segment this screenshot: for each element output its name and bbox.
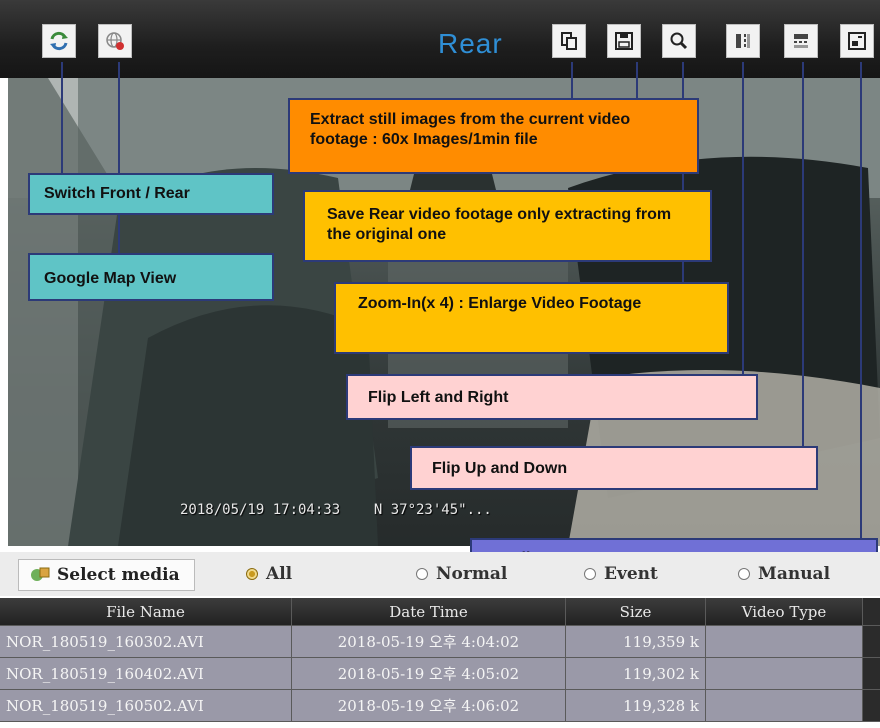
filter-manual[interactable]: Manual (738, 564, 830, 584)
scrollbar-header (863, 598, 880, 626)
cell-video-type (706, 690, 863, 722)
cell-date-time: 2018-05-19 오후 4:05:02 (292, 658, 566, 690)
flip-left-right-button[interactable] (726, 24, 760, 58)
filter-all-label: All (266, 564, 293, 584)
cell-video-type (706, 658, 863, 690)
flip-up-down-button[interactable] (784, 24, 818, 58)
cell-date-time: 2018-05-19 오후 4:04:02 (292, 626, 566, 658)
cell-size: 119,328 k (566, 690, 706, 722)
radio-icon (416, 568, 428, 580)
cell-file-name: NOR_180519_160302.AVI (0, 626, 292, 658)
cell-date-time: 2018-05-19 오후 4:06:02 (292, 690, 566, 722)
callout-map: Google Map View (28, 253, 274, 301)
radio-icon (738, 568, 750, 580)
media-filter-bar: Select media All Normal Event Manual (0, 552, 880, 596)
fullscreen-icon (848, 32, 866, 50)
column-header-size[interactable]: Size (566, 598, 706, 626)
callout-save-rear: Save Rear video footage only extracting … (303, 190, 712, 262)
column-header-video-type[interactable]: Video Type (706, 598, 863, 626)
connector-line (860, 62, 862, 538)
callout-zoom: Zoom-In(x 4) : Enlarge Video Footage (334, 282, 729, 354)
media-icon (31, 567, 50, 581)
globe-icon (106, 32, 124, 50)
camera-label: Rear (438, 28, 503, 59)
zoom-icon (670, 32, 688, 50)
callout-flip-ud: Flip Up and Down (410, 446, 818, 490)
flip-horizontal-icon (736, 34, 750, 48)
cell-video-type (706, 626, 863, 658)
connector-line (571, 62, 573, 98)
zoom-in-button[interactable] (662, 24, 696, 58)
save-icon (615, 32, 633, 50)
connector-line (61, 62, 63, 180)
select-media-button[interactable]: Select media (18, 559, 195, 591)
switch-icon (50, 31, 68, 51)
scrollbar-track[interactable] (863, 690, 880, 722)
google-map-button[interactable] (98, 24, 132, 58)
filter-event[interactable]: Event (584, 564, 658, 584)
scrollbar-track[interactable] (863, 658, 880, 690)
extract-images-button[interactable] (552, 24, 586, 58)
select-media-label: Select media (57, 565, 180, 585)
switch-camera-button[interactable] (42, 24, 76, 58)
cell-size: 119,359 k (566, 626, 706, 658)
table-row[interactable]: NOR_180519_160302.AVI 2018-05-19 오후 4:04… (0, 626, 880, 658)
connector-line (118, 62, 120, 257)
column-header-date-time[interactable]: Date Time (292, 598, 566, 626)
extract-icon (561, 32, 577, 50)
top-toolbar: Rear (0, 0, 880, 78)
callout-flip-lr: Flip Left and Right (346, 374, 758, 420)
full-screen-button[interactable] (840, 24, 874, 58)
table-header: File Name Date Time Size Video Type (0, 598, 880, 626)
cell-size: 119,302 k (566, 658, 706, 690)
connector-line (742, 62, 744, 374)
filter-all[interactable]: All (246, 564, 292, 584)
column-header-file-name[interactable]: File Name (0, 598, 292, 626)
video-timestamp-overlay: 2018/05/19 17:04:33 N 37°23'45"... (180, 502, 492, 518)
table-row[interactable]: NOR_180519_160402.AVI 2018-05-19 오후 4:05… (0, 658, 880, 690)
filter-event-label: Event (604, 564, 658, 584)
callout-switch: Switch Front / Rear (28, 173, 274, 215)
callout-extract: Extract still images from the current vi… (288, 98, 699, 174)
filter-manual-label: Manual (758, 564, 831, 584)
save-rear-button[interactable] (607, 24, 641, 58)
file-table: File Name Date Time Size Video Type NOR_… (0, 598, 880, 722)
connector-line (802, 62, 804, 446)
filter-normal-label: Normal (436, 564, 508, 584)
radio-icon (584, 568, 596, 580)
flip-vertical-icon (794, 34, 808, 48)
cell-file-name: NOR_180519_160402.AVI (0, 658, 292, 690)
cell-file-name: NOR_180519_160502.AVI (0, 690, 292, 722)
scrollbar-track[interactable] (863, 626, 880, 658)
filter-normal[interactable]: Normal (416, 564, 507, 584)
radio-selected-icon (246, 568, 258, 580)
table-row[interactable]: NOR_180519_160502.AVI 2018-05-19 오후 4:06… (0, 690, 880, 722)
